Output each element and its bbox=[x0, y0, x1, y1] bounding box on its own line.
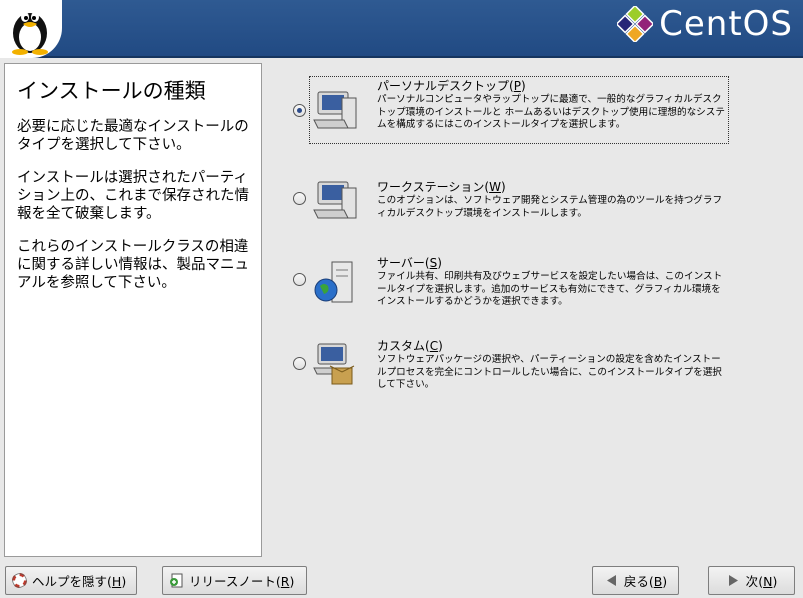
help-title: インストールの種類 bbox=[17, 79, 206, 103]
penguin-icon bbox=[12, 12, 48, 55]
centos-logo-icon bbox=[617, 6, 654, 42]
help-paragraph: 必要に応じた最適なインストールのタイプを選択して下さい。 bbox=[17, 119, 249, 153]
tux-logo bbox=[0, 0, 62, 58]
help-pane: インストールの種類 必要に応じた最適なインストールのタイプを選択して下さい。 イ… bbox=[4, 63, 262, 557]
back-label: 戻る(B) bbox=[623, 574, 668, 589]
lifebuoy-icon bbox=[12, 573, 27, 588]
option-description: ファイル共有、印刷共有及びウェブサービスを設定したい場合は、このインストールタイ… bbox=[377, 271, 723, 307]
radio-personal-desktop[interactable] bbox=[293, 104, 306, 117]
option-server[interactable]: サーバー(S) ファイル共有、印刷共有及びウェブサービスを設定したい場合は、この… bbox=[290, 254, 730, 314]
help-paragraph: これらのインストールクラスの相違に関する詳しい情報は、製品マニュアルを参照して下… bbox=[17, 239, 249, 291]
radio-server[interactable] bbox=[293, 273, 306, 286]
option-label: ワークステーション(W) bbox=[377, 180, 506, 194]
radio-workstation[interactable] bbox=[293, 192, 306, 205]
centos-brand: CentOS bbox=[617, 3, 793, 45]
option-description: ソフトウェアパッケージの選択や、パーティーションの設定を含めたインストールプロセ… bbox=[377, 354, 722, 390]
option-workstation[interactable]: ワークステーション(W) このオプションは、ソフトウェア開発とシステム管理の為の… bbox=[290, 176, 730, 226]
installer-header: CentOS bbox=[0, 0, 803, 58]
workstation-computer-icon bbox=[312, 178, 360, 224]
hide-help-label: ヘルプを隠す(H) bbox=[32, 574, 127, 589]
custom-package-icon bbox=[312, 342, 360, 388]
next-label: 次(N) bbox=[745, 574, 778, 589]
option-label: パーソナルデスクトップ(P) bbox=[377, 79, 526, 93]
desktop-computer-icon bbox=[312, 88, 360, 134]
help-paragraph: インストールは選択されたパーティション上の、これまで保存された情報を全て破棄しま… bbox=[17, 170, 249, 222]
option-personal-desktop-row[interactable]: パーソナルデスクトップ(P) パーソナルコンピュータやラップトップに最適で、一般… bbox=[290, 76, 730, 144]
back-arrow-icon bbox=[604, 573, 619, 588]
option-custom[interactable]: カスタム(C) ソフトウェアパッケージの選択や、パーティーションの設定を含めたイ… bbox=[290, 336, 730, 396]
server-globe-icon bbox=[312, 260, 360, 306]
option-description: パーソナルコンピュータやラップトップに最適で、一般的なグラフィカルデスクトップ環… bbox=[377, 94, 725, 130]
next-button[interactable]: 次(N) bbox=[708, 566, 795, 595]
release-notes-label: リリースノート(R) bbox=[189, 574, 295, 589]
next-arrow-icon bbox=[726, 573, 741, 588]
option-description: このオプションは、ソフトウェア開発とシステム管理の為のツールを持つグラフィカルデ… bbox=[377, 195, 723, 219]
hide-help-button[interactable]: ヘルプを隠す(H) bbox=[5, 566, 137, 595]
radio-custom[interactable] bbox=[293, 357, 306, 370]
back-button[interactable]: 戻る(B) bbox=[592, 566, 679, 595]
brand-name: CentOS bbox=[659, 4, 793, 44]
option-label: カスタム(C) bbox=[377, 339, 443, 353]
option-label: サーバー(S) bbox=[377, 256, 442, 270]
release-notes-icon bbox=[169, 573, 184, 588]
release-notes-button[interactable]: リリースノート(R) bbox=[162, 566, 307, 595]
